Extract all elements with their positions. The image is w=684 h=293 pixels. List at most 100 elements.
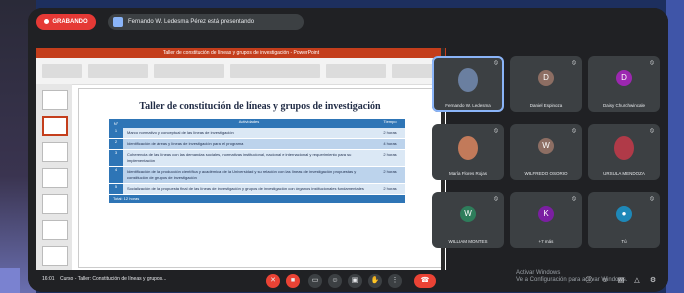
participant-name: Daniel Espinoza [529, 103, 563, 108]
avatar: D [538, 70, 554, 86]
info-icon[interactable]: ⓘ [584, 276, 594, 286]
row-time: 2 horas [383, 130, 397, 135]
participant-tile[interactable]: K ⦸ +7 más [510, 192, 582, 248]
mic-muted-icon: ⦸ [572, 196, 576, 202]
present-icon [113, 17, 123, 27]
captions-icon[interactable]: ▭ [308, 274, 322, 288]
slide-title: Taller de constitución de líneas y grupo… [139, 101, 381, 112]
table-row: 4 Identificación de la producción científ… [109, 167, 405, 184]
slide-thumbnail-selected[interactable] [42, 116, 68, 136]
mic-muted-icon: ⦸ [494, 128, 498, 134]
slide-thumbnail[interactable] [42, 194, 68, 214]
header-time: Tiempo [383, 119, 397, 124]
participant-name: URSULA MENDOZA [603, 171, 645, 176]
participant-video [458, 136, 478, 160]
row-time: 4 horas [383, 141, 397, 146]
mic-muted-icon: ⦸ [572, 128, 576, 134]
table-body: 1 Marco normativo y conceptual de las lín… [109, 128, 405, 195]
meet-bottom-bar: 16:01 Curso - Taller: Constitución de lí… [28, 270, 668, 292]
desktop-background-bottom [0, 268, 20, 293]
ribbon-group [230, 64, 320, 78]
participant-tile[interactable]: W ⦸ WILLIAM MONTES [432, 192, 504, 248]
row-activity: Coherencia de las líneas con las demanda… [127, 152, 352, 163]
activities-icon[interactable]: △ [632, 276, 642, 286]
participant-name: WILFREDO OSORIO [524, 171, 568, 176]
camera-off-icon[interactable]: ■ [286, 274, 300, 288]
slide-thumbnail[interactable] [42, 90, 68, 110]
host-controls-icon[interactable]: ⚙ [648, 276, 658, 286]
emoji-icon[interactable]: ☺ [328, 274, 342, 288]
mic-muted-icon: ⦸ [650, 196, 654, 202]
mic-off-icon[interactable]: ✕ [266, 274, 280, 288]
table-row: 3 Coherencia de las líneas con las demand… [109, 150, 405, 167]
meeting-time: 16:01 [42, 276, 55, 282]
participant-name: Daisy Churchwincale [602, 103, 646, 108]
participant-name: Tú [621, 239, 627, 244]
avatar: K [538, 206, 554, 222]
participant-tile[interactable]: ● ⦸ Tú [588, 192, 660, 248]
slide-thumbnail[interactable] [42, 220, 68, 240]
ribbon-group [326, 64, 386, 78]
participant-tile[interactable]: ⦸ María Flores Rojas [432, 124, 504, 180]
ribbon-group [42, 64, 82, 78]
participant-name: Fernando W. Ledesma [445, 103, 491, 108]
participant-tile[interactable]: D ⦸ Daisy Churchwincale [588, 56, 660, 112]
presenting-label: Fernando W. Ledesma Pérez está presentan… [128, 19, 255, 25]
row-number: 3 [109, 150, 123, 166]
activate-line-1: Activar Windows [516, 270, 561, 276]
header-num: N° [109, 119, 123, 128]
presenting-banner[interactable]: Fernando W. Ledesma Pérez está presentan… [108, 14, 304, 30]
row-number: 4 [109, 167, 123, 183]
slide-thumbnail[interactable] [42, 168, 68, 188]
desktop-background-right [666, 0, 684, 293]
present-screen-icon[interactable]: ▣ [348, 274, 362, 288]
mic-muted-icon: ⦸ [572, 60, 576, 66]
slide-canvas: Taller de constitución de líneas y grupo… [78, 88, 442, 268]
meeting-title: Curso - Taller: Constitución de líneas y… [60, 276, 167, 282]
avatar: W [460, 206, 476, 222]
slide-thumbnail[interactable] [42, 246, 68, 266]
participant-tile[interactable]: ⦸ Fernando W. Ledesma [432, 56, 504, 112]
mic-muted-icon: ⦸ [650, 60, 654, 66]
row-number: 5 [109, 184, 123, 194]
end-call-button[interactable]: ☎ [414, 274, 436, 288]
avatar: W [538, 138, 554, 154]
participant-name: María Flores Rojas [448, 171, 487, 176]
row-activity: Socialización de la propuesta final de l… [127, 186, 364, 191]
raise-hand-icon[interactable]: ✋ [368, 274, 382, 288]
participant-tile[interactable]: ⦸ URSULA MENDOZA [588, 124, 660, 180]
table-row: 2 Identificación de áreas y líneas de inv… [109, 139, 405, 150]
table-header: N° Actividades Tiempo [109, 119, 405, 128]
recording-badge: GRABANDO [36, 14, 96, 30]
row-time: 2 horas [383, 152, 397, 157]
meet-window: GRABANDO Fernando W. Ledesma Pérez está … [28, 8, 668, 292]
participant-tile[interactable]: W ⦸ WILFREDO OSORIO [510, 124, 582, 180]
participant-name: WILLIAM MONTES [448, 239, 488, 244]
table-footer: Total: 12 horas [109, 195, 405, 203]
avatar: ● [616, 206, 632, 222]
slide-thumbnail[interactable] [42, 142, 68, 162]
meet-top-bar: GRABANDO Fernando W. Ledesma Pérez está … [28, 8, 668, 36]
row-time: 2 horas [383, 169, 397, 174]
recording-label: GRABANDO [52, 19, 88, 25]
table-row: 5 Socialización de la propuesta final de … [109, 184, 405, 195]
row-activity: Identificación de la producción científi… [127, 169, 357, 180]
table-row: 1 Marco normativo y conceptual de las lín… [109, 128, 405, 139]
mic-muted-icon: ⦸ [494, 196, 498, 202]
record-icon [44, 18, 50, 24]
row-activity: Marco normativo y conceptual de las líne… [127, 130, 234, 135]
row-activity: Identificación de áreas y líneas de inve… [127, 141, 244, 146]
mic-muted-icon: ⦸ [494, 60, 498, 66]
participant-video [614, 136, 634, 160]
participant-name: +7 más [538, 239, 554, 244]
ppt-title-bar: Taller de constitución de líneas y grupo… [36, 48, 446, 58]
more-options-icon[interactable]: ⋮ [388, 274, 402, 288]
people-icon[interactable]: ☺ [600, 276, 610, 286]
ppt-ribbon [36, 58, 446, 85]
participant-tile[interactable]: D ⦸ Daniel Espinoza [510, 56, 582, 112]
activate-line-2: Ve a Configuración para activar Windows. [516, 277, 628, 283]
chat-icon[interactable]: ▤ [616, 276, 626, 286]
header-activity: Actividades [238, 119, 260, 124]
activate-windows-watermark: Activar Windows Ve a Configuración para … [516, 270, 627, 284]
avatar: D [616, 70, 632, 86]
